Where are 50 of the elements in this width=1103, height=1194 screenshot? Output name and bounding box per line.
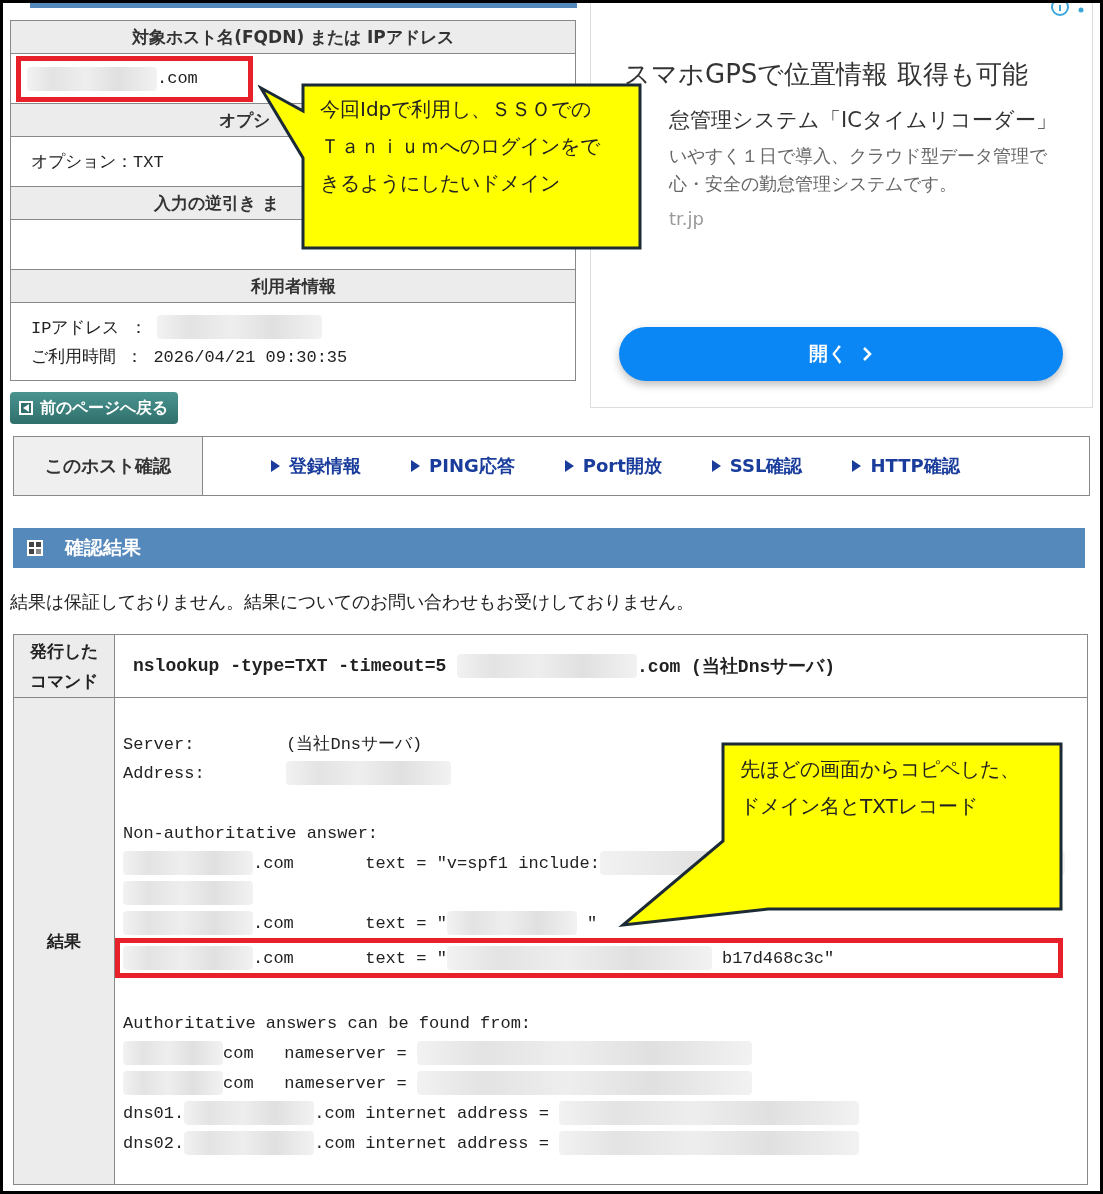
- triangle-icon: [564, 460, 574, 472]
- output-text: .com (当社Dnsサーバ): [637, 655, 836, 678]
- back-button[interactable]: 前のページへ戻る: [10, 392, 178, 424]
- info-icon[interactable]: [1050, 3, 1070, 17]
- section-heading: 利用者情報: [11, 270, 575, 303]
- back-icon: [18, 400, 34, 416]
- nav-link[interactable]: SSL確認: [711, 454, 803, 478]
- output-text: Address:: [123, 763, 206, 783]
- output-text: .com text = "v=spf1 include:: [253, 853, 600, 873]
- open-button[interactable]: 開く: [619, 327, 1063, 381]
- ad-headline: スマホGPSで位置情報 取得も可能: [624, 58, 1029, 91]
- nav-link[interactable]: 登録情報: [271, 454, 361, 478]
- ad-text: いやすく１日で導入、クラウド型データ管理で: [669, 144, 1048, 168]
- output-text: com nameserver =: [223, 1043, 408, 1063]
- output-text: dns02.: [123, 1133, 185, 1153]
- triangle-icon: [852, 460, 862, 472]
- output-text: .com internet address =: [314, 1103, 550, 1123]
- output-text: ご利用時間 ： 2026/04/21 09:30:35: [31, 347, 348, 368]
- chevron-icon: [861, 346, 873, 362]
- ad-subheading: 怠管理システム「ICタイムリコーダー」: [669, 107, 1058, 134]
- output-text: Non-authoritative answer:: [123, 823, 379, 843]
- row-label: 発行したコマンド: [29, 640, 99, 693]
- output-text: .com internet address =: [314, 1133, 550, 1153]
- output-text: IPアドレス ：: [31, 317, 148, 339]
- notice-text: 結果は保証しておりません。結果についてのお問い合わせもお受けしておりません。: [10, 590, 695, 614]
- output-text: .com text = ": [253, 913, 447, 933]
- output-text: com nameserver =: [223, 1073, 408, 1093]
- ad-text: 心・安全の勤怠管理システムです。: [669, 172, 958, 196]
- output-text: nslookup -type=TXT -timeout=5: [133, 656, 448, 676]
- row-label: 結果: [45, 930, 82, 953]
- callout-text: 先ほどの画面からコピペした、 ドメイン名とTXTレコード: [740, 756, 1020, 820]
- ad-domain: tr.jp: [669, 208, 705, 229]
- section-title: 確認結果: [65, 535, 141, 560]
- output-text: .com: [157, 69, 198, 88]
- output-text: ": [586, 913, 598, 933]
- triangle-icon: [711, 460, 721, 472]
- output-text: dns01.: [123, 1103, 185, 1123]
- output-text: Server: (当社Dnsサーバ): [123, 733, 423, 755]
- triangle-icon: [271, 460, 280, 472]
- nav-link[interactable]: HTTP確認: [852, 454, 960, 478]
- section-heading: 対象ホスト名(FQDN) または IPアドレス: [11, 21, 575, 54]
- output-text: b17d468c3c": [721, 948, 835, 968]
- nav-link[interactable]: Port開放: [564, 454, 662, 478]
- output-text: .com text = ": [253, 948, 447, 968]
- grid-icon: [27, 540, 43, 556]
- output-text: オプション：TXT: [31, 151, 164, 173]
- nav-link[interactable]: PING応答: [411, 454, 515, 478]
- triangle-icon: [411, 460, 420, 472]
- nav-label: このホスト確認: [14, 437, 203, 495]
- output-text: Authoritative answers can be found from:: [123, 1013, 532, 1033]
